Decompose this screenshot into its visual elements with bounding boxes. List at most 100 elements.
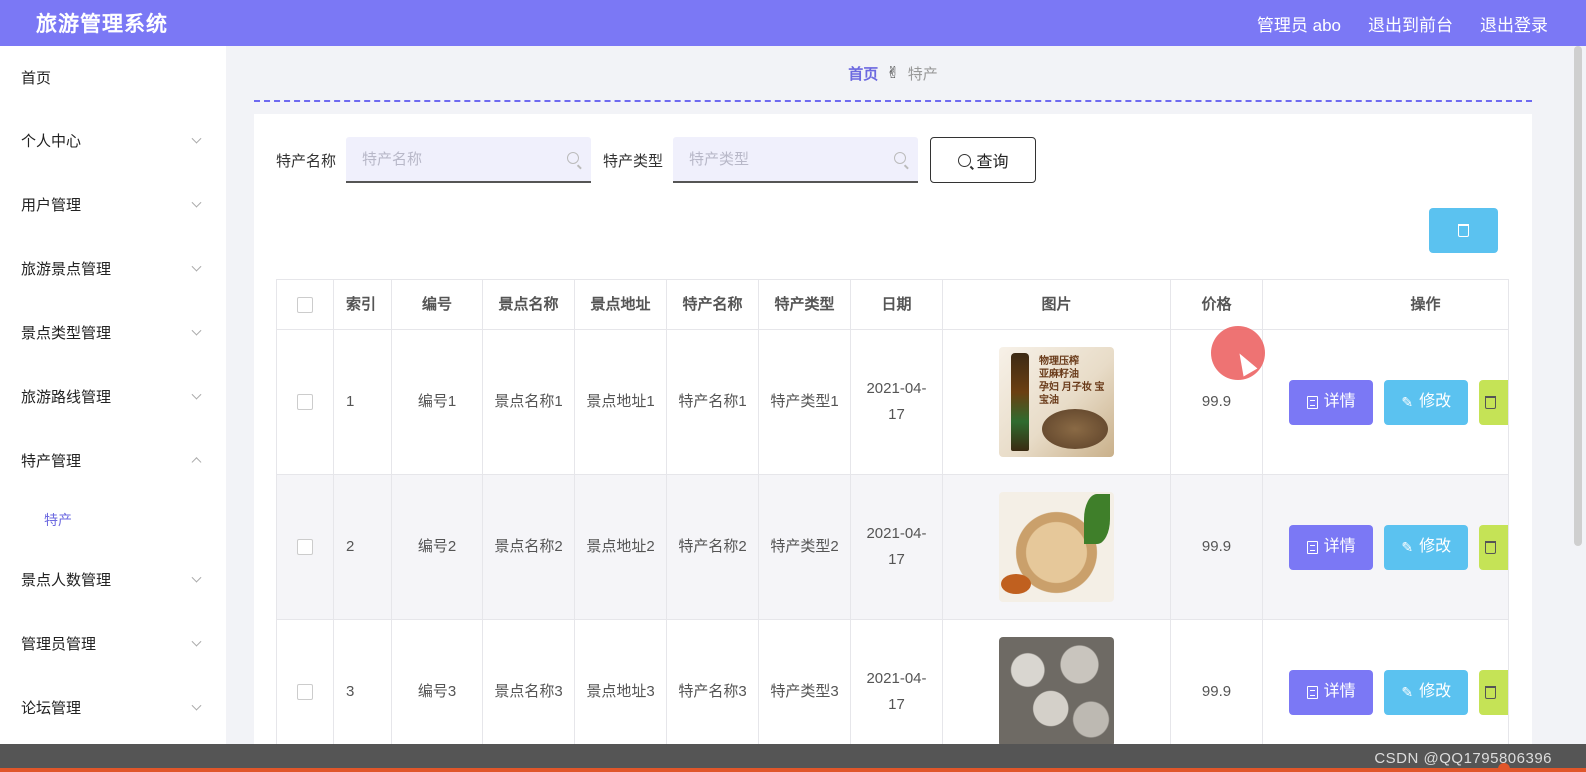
exit-to-frontend-link[interactable]: 退出到前台 (1368, 11, 1453, 36)
document-icon (1306, 395, 1318, 409)
sidebar-item-forum-management[interactable]: 论坛管理 (0, 675, 226, 739)
detail-button[interactable]: 详情 (1289, 379, 1374, 425)
progress-knob[interactable] (1498, 763, 1510, 772)
edit-button-label: 修改 (1419, 683, 1452, 700)
date-cell: 2021-04-17 (851, 330, 943, 474)
edit-button[interactable]: ✎ 修改 (1384, 524, 1469, 570)
row-checkbox[interactable] (297, 394, 313, 410)
select-all-checkbox[interactable] (297, 296, 313, 313)
breadcrumb-home[interactable]: 首页 (848, 63, 878, 84)
query-button-label: 查询 (976, 154, 1009, 171)
product-name-input[interactable] (362, 150, 576, 168)
detail-button-label: 详情 (1323, 393, 1356, 410)
sidebar-item-label: 首页 (21, 69, 52, 87)
actions-cell: 详情 ✎ 修改 (1263, 620, 1508, 764)
query-button[interactable]: 查询 (930, 137, 1037, 183)
product-type-field[interactable] (673, 137, 919, 183)
product-name-field[interactable] (346, 137, 592, 183)
sidebar-item-home[interactable]: 首页 (0, 46, 226, 108)
detail-button[interactable]: 详情 (1289, 524, 1374, 570)
column-header: 景点地址 (575, 280, 667, 329)
sidebar-item-admin-management[interactable]: 管理员管理 (0, 611, 226, 675)
row-checkbox[interactable] (297, 684, 313, 700)
product-image: 物理压榨 亚麻籽油 孕妇 月子妆 宝宝油 (999, 347, 1114, 457)
index-cell: 2 (334, 475, 392, 619)
actions-cell: 详情 ✎ 修改 (1263, 475, 1508, 619)
edit-pen-icon: ✎ (1401, 684, 1414, 700)
edit-button[interactable]: ✎ 修改 (1384, 669, 1469, 715)
image-caption-line: 亚麻籽油 (1039, 369, 1079, 380)
document-icon (1306, 540, 1318, 554)
row-select-cell (277, 330, 334, 474)
product-type-cell: 特产类型2 (759, 475, 851, 619)
column-header: 价格 (1171, 280, 1263, 329)
delete-button[interactable] (1479, 524, 1508, 570)
sidebar-item-personal-center[interactable]: 个人中心 (0, 108, 226, 172)
top-bar: 旅游管理系统 管理员 abo 退出到前台 退出登录 (0, 0, 1586, 46)
chevron-down-icon (191, 197, 202, 208)
spot-address-cell: 景点地址3 (575, 620, 667, 764)
spot-address-cell: 景点地址1 (575, 330, 667, 474)
sidebar-item-scenic-spot-management[interactable]: 旅游景点管理 (0, 236, 226, 300)
sidebar-item-user-management[interactable]: 用户管理 (0, 172, 226, 236)
delete-button[interactable] (1479, 669, 1508, 715)
sidebar-item-label: 管理员管理 (21, 635, 97, 653)
main-content: 首页 ✌ 特产 特产名称 特产类型 查询 (226, 46, 1586, 766)
table-row: 2 编号2 景点名称2 景点地址2 特产名称2 特产类型2 2021-04-17… (277, 475, 1508, 620)
page-scrollbar[interactable] (1568, 46, 1586, 744)
sidebar-item-spot-type-management[interactable]: 景点类型管理 (0, 300, 226, 364)
seeds-graphic (1042, 409, 1108, 449)
top-links: 管理员 abo 退出到前台 退出登录 (1257, 11, 1548, 36)
sidebar-item-label: 特产管理 (21, 452, 82, 470)
sidebar: 首页 个人中心 用户管理 旅游景点管理 景点类型管理 旅游路线管理 特产管理 特… (0, 46, 226, 744)
column-header: 图片 (943, 280, 1171, 329)
edit-pen-icon: ✎ (1401, 394, 1414, 410)
video-progress-bar[interactable]: CSDN @QQ1795806396 (0, 744, 1586, 772)
sidebar-item-label: 旅游景点管理 (21, 260, 112, 278)
image-cell (943, 475, 1171, 619)
edit-button-label: 修改 (1419, 538, 1452, 555)
chevron-down-icon (191, 700, 202, 711)
spot-name-cell: 景点名称1 (483, 330, 575, 474)
sidebar-item-specialty-management[interactable]: 特产管理 (0, 428, 226, 492)
trash-icon (1485, 540, 1497, 554)
product-type-input[interactable] (689, 150, 903, 168)
sidebar-item-label: 论坛管理 (21, 699, 82, 717)
watermark: CSDN @QQ1795806396 (1374, 750, 1552, 767)
sidebar-item-label: 旅游路线管理 (21, 388, 112, 406)
image-caption-line: 物理压榨 (1039, 356, 1079, 367)
edit-button[interactable]: ✎ 修改 (1384, 379, 1469, 425)
batch-delete-button[interactable] (1429, 208, 1498, 253)
row-checkbox[interactable] (297, 539, 313, 555)
column-header: 日期 (851, 280, 943, 329)
progress-track[interactable] (0, 763, 1586, 772)
sidebar-item-visitor-count-management[interactable]: 景点人数管理 (0, 547, 226, 611)
breadcrumb-separator-icon: ✌ (886, 65, 900, 82)
scrollbar-thumb[interactable] (1574, 46, 1582, 546)
chevron-down-icon (191, 636, 202, 647)
spot-name-cell: 景点名称3 (483, 620, 575, 764)
product-image-caption: 物理压榨 亚麻籽油 孕妇 月子妆 宝宝油 (1039, 355, 1111, 407)
detail-button[interactable]: 详情 (1289, 669, 1374, 715)
detail-button-label: 详情 (1323, 683, 1356, 700)
search-icon (957, 153, 971, 167)
document-icon (1306, 685, 1318, 699)
specialty-table: 索引 编号 景点名称 景点地址 特产名称 特产类型 日期 图片 价格 操作 1 … (276, 279, 1509, 766)
logout-link[interactable]: 退出登录 (1480, 11, 1548, 36)
trash-icon (1485, 685, 1497, 699)
table-row: 1 编号1 景点名称1 景点地址1 特产名称1 特产类型1 2021-04-17… (277, 330, 1508, 475)
index-cell: 3 (334, 620, 392, 764)
sidebar-subitem-specialty[interactable]: 特产 (0, 492, 226, 547)
sidebar-item-label: 景点类型管理 (21, 324, 112, 342)
product-image (999, 492, 1114, 602)
breadcrumb-current: 特产 (907, 65, 938, 83)
app-title: 旅游管理系统 (36, 13, 168, 36)
content-panel: 特产名称 特产类型 查询 索引 编号 景点名称 (254, 114, 1532, 766)
row-select-cell (277, 620, 334, 764)
admin-user-link[interactable]: 管理员 abo (1257, 11, 1341, 36)
sidebar-item-label: 个人中心 (21, 132, 82, 150)
sidebar-item-route-management[interactable]: 旅游路线管理 (0, 364, 226, 428)
search-icon (567, 152, 580, 164)
delete-button[interactable] (1479, 379, 1508, 425)
product-name-label: 特产名称 (276, 152, 337, 170)
